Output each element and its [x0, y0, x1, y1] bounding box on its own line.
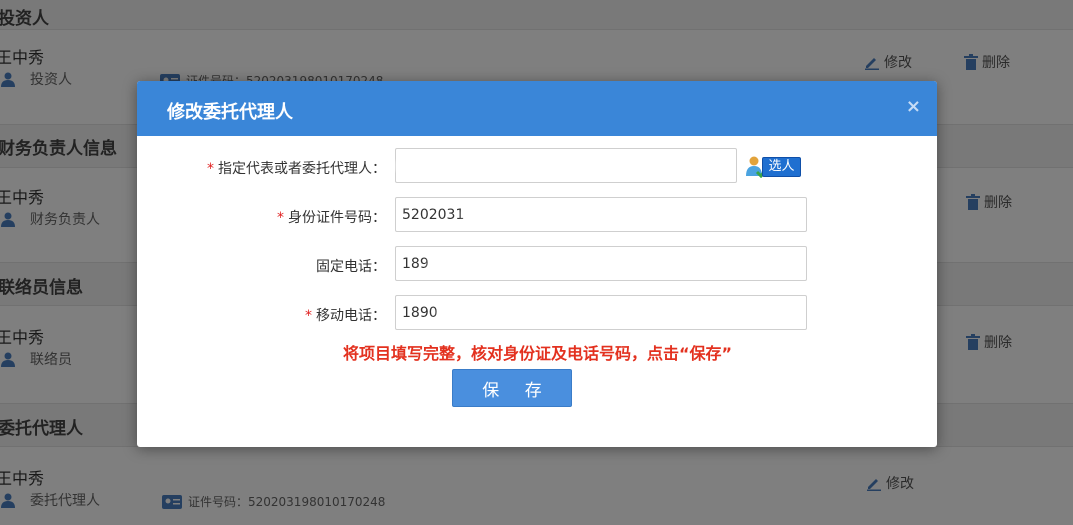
field-label-id-number: * 身份证件号码：: [277, 207, 386, 227]
id-number-input[interactable]: [395, 197, 807, 232]
field-label-mobile: * 移动电话：: [305, 305, 386, 325]
select-person-button[interactable]: 选人: [745, 153, 801, 179]
mobile-input[interactable]: [395, 295, 807, 330]
field-label-text: 指定代表或者委托代理人：: [218, 161, 386, 177]
select-person-label: 选人: [762, 157, 801, 177]
required-mark: *: [305, 308, 312, 324]
save-button[interactable]: 保 存: [452, 369, 572, 407]
required-mark: *: [277, 210, 284, 226]
dialog-title: 修改委托代理人: [167, 102, 293, 123]
edit-agent-dialog: 修改委托代理人 × *指定代表或者委托代理人： 选人 *身份证件号码： 固定电话…: [137, 81, 937, 447]
field-label-landline: 固定电话：: [316, 256, 386, 276]
field-label-agent: * 指定代表或者委托代理人：: [207, 158, 386, 178]
instruction-hint: 将项目填写完整，核对身份证及电话号码，点击“保存”: [343, 344, 733, 363]
dialog-header: 修改委托代理人 ×: [137, 81, 937, 136]
field-label-text: 固定电话：: [316, 259, 386, 275]
field-label-text: 移动电话：: [316, 308, 386, 324]
close-icon[interactable]: ×: [906, 97, 921, 117]
landline-input[interactable]: [395, 246, 807, 281]
field-label-text: 身份证件号码：: [288, 210, 386, 226]
agent-name-input[interactable]: [395, 148, 737, 183]
required-mark: *: [207, 161, 214, 177]
